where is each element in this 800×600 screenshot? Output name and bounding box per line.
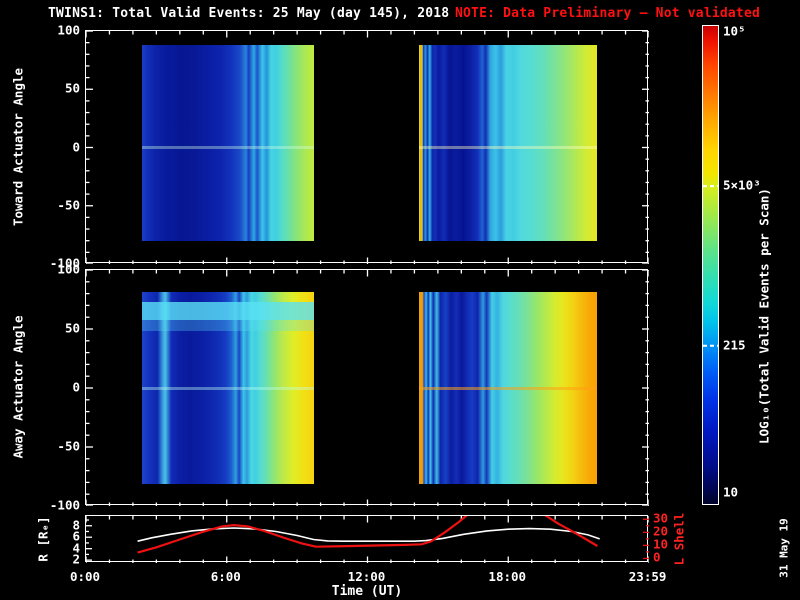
- colorbar-tick-label: 215: [723, 337, 746, 353]
- curve-l-shell: [544, 516, 598, 547]
- away-axis-ticks: [86, 270, 649, 506]
- colorbar-tick-label: 5×10³: [723, 177, 761, 193]
- y-axis-label-away: Away Actuator Angle: [10, 315, 26, 459]
- ephemeris-ticks-and-curves: [86, 516, 649, 563]
- y-tick-label: 0: [72, 379, 80, 395]
- y-tick-label: 100: [57, 261, 80, 277]
- y-axis-label-toward: Toward Actuator Angle: [10, 67, 26, 227]
- preliminary-note: NOTE: Data Preliminary – Not validated: [455, 6, 761, 21]
- colorbar-tick-label: 10⁵: [723, 23, 746, 39]
- x-tick-label: 6:00: [210, 569, 241, 584]
- toward-axis-ticks: [86, 31, 649, 264]
- y-tick-label: 0: [72, 139, 80, 154]
- y-tick-label: -50: [57, 438, 80, 454]
- ephemeris-panel: [85, 515, 649, 563]
- toward-spectrogram-panel: [85, 30, 649, 264]
- x-tick-label: 12:00: [347, 569, 386, 584]
- twins1-plot-figure: TWINS1: Total Valid Events: 25 May (day …: [0, 0, 800, 600]
- y-tick-label: -50: [57, 197, 80, 213]
- y-axis-label-r: R [Rₑ]: [35, 516, 51, 562]
- y-tick-label: -100: [49, 497, 80, 513]
- plot-date-watermark: 31 May 19: [777, 518, 791, 578]
- y-tick-label: 50: [64, 80, 80, 96]
- r-tick-label: 2: [72, 551, 80, 567]
- colorbar-ticks: [703, 185, 718, 347]
- x-tick-label: 0:00: [69, 569, 101, 584]
- x-tick-label: 18:00: [488, 569, 527, 584]
- lshell-tick-label: 0: [653, 549, 661, 565]
- x-tick-label: 23:59: [628, 569, 667, 584]
- plot-title: TWINS1: Total Valid Events: 25 May (day …: [48, 6, 450, 21]
- x-axis-title: Time (UT): [331, 584, 403, 599]
- away-spectrogram-panel: [85, 269, 649, 506]
- y-tick-label: 100: [57, 22, 80, 38]
- colorbar-tick-label: 10: [723, 484, 739, 500]
- curve-l-shell: [137, 516, 468, 554]
- y-axis-label-lshell: L Shell: [671, 512, 687, 566]
- colorbar: [702, 25, 719, 505]
- colorbar-title: LOG₁₀(Total Valid Events per Scan): [756, 188, 772, 444]
- y-tick-label: 50: [64, 320, 80, 336]
